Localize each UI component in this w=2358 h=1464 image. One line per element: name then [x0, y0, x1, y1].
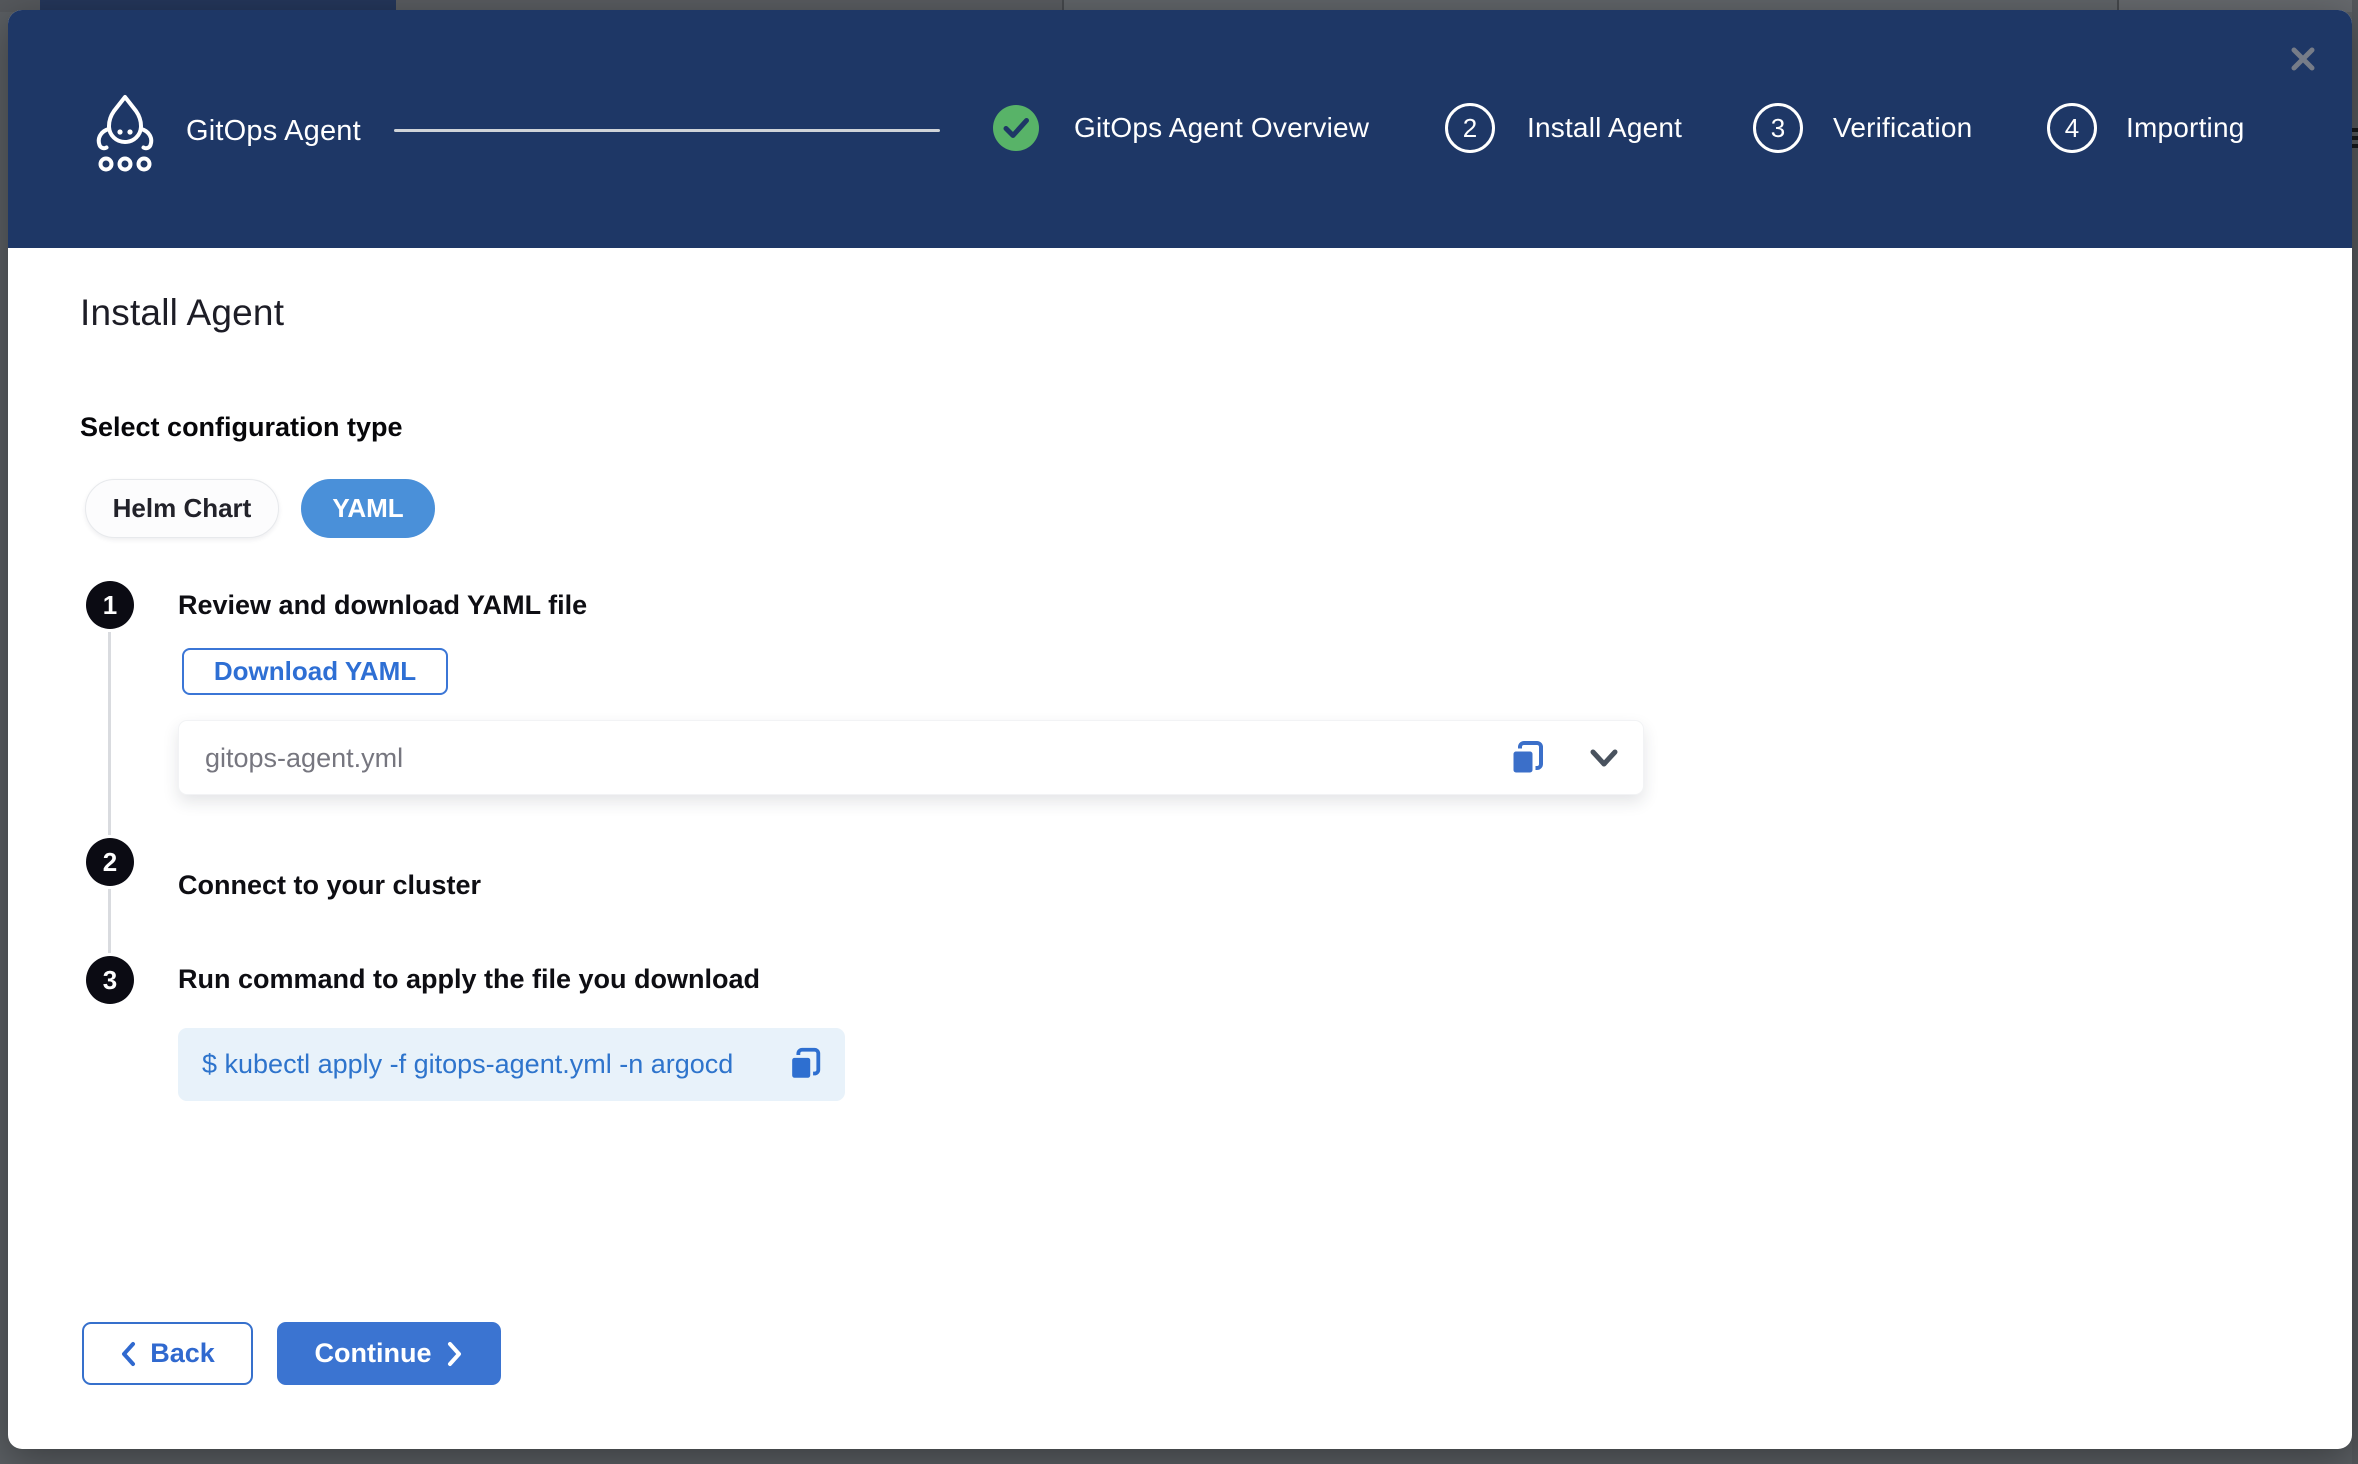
copy-icon[interactable] — [1507, 738, 1547, 778]
config-option-label: YAML — [332, 493, 403, 524]
download-yaml-button[interactable]: Download YAML — [182, 648, 448, 695]
yaml-file-name: gitops-agent.yml — [205, 721, 403, 796]
chevron-down-icon[interactable] — [1585, 743, 1623, 773]
step-connector — [108, 632, 111, 835]
copy-icon[interactable] — [786, 1045, 824, 1083]
wizard-step-number-4: 4 — [2047, 103, 2097, 153]
background-right-edge — [2352, 0, 2358, 1464]
close-icon[interactable] — [2288, 44, 2318, 74]
step-3-title: Run command to apply the file you downlo… — [178, 964, 760, 995]
step-3-badge: 3 — [86, 956, 134, 1004]
config-type-label: Select configuration type — [80, 412, 403, 443]
wizard-step-number-2: 2 — [1445, 103, 1495, 153]
install-agent-modal: GitOps Agent GitOps Agent Overview 2 Ins… — [8, 10, 2352, 1449]
back-button[interactable]: Back — [82, 1322, 253, 1385]
step-1-title: Review and download YAML file — [178, 590, 587, 621]
gitops-agent-logo-icon — [94, 94, 156, 174]
step-1-badge: 1 — [86, 581, 134, 629]
back-button-label: Back — [150, 1338, 215, 1369]
step-2-title: Connect to your cluster — [178, 870, 481, 901]
config-option-yaml[interactable]: YAML — [301, 479, 435, 538]
kubectl-command-text: $ kubectl apply -f gitops-agent.yml -n a… — [202, 1028, 733, 1101]
continue-button[interactable]: Continue — [277, 1322, 501, 1385]
kubectl-command-snippet: $ kubectl apply -f gitops-agent.yml -n a… — [178, 1028, 845, 1101]
config-option-helm-chart[interactable]: Helm Chart — [85, 479, 279, 538]
yaml-file-accordion[interactable]: gitops-agent.yml — [178, 720, 1644, 795]
step-complete-check-icon — [993, 105, 1039, 151]
chevron-left-icon — [120, 1341, 136, 1367]
wizard-step-number-3: 3 — [1753, 103, 1803, 153]
header-divider — [394, 129, 940, 132]
wizard-step-importing[interactable]: Importing — [2126, 108, 2245, 148]
wizard-title: GitOps Agent — [186, 111, 361, 151]
wizard-step-overview[interactable]: GitOps Agent Overview — [1074, 108, 1369, 148]
page-title: Install Agent — [80, 292, 284, 334]
chevron-right-icon — [447, 1341, 463, 1367]
step-2-badge: 2 — [86, 838, 134, 886]
step-connector — [108, 889, 111, 953]
config-option-label: Helm Chart — [113, 493, 252, 524]
wizard-header: GitOps Agent GitOps Agent Overview 2 Ins… — [8, 10, 2352, 248]
wizard-step-verification[interactable]: Verification — [1833, 108, 1972, 148]
wizard-step-install-agent[interactable]: Install Agent — [1527, 108, 1682, 148]
continue-button-label: Continue — [315, 1338, 432, 1369]
